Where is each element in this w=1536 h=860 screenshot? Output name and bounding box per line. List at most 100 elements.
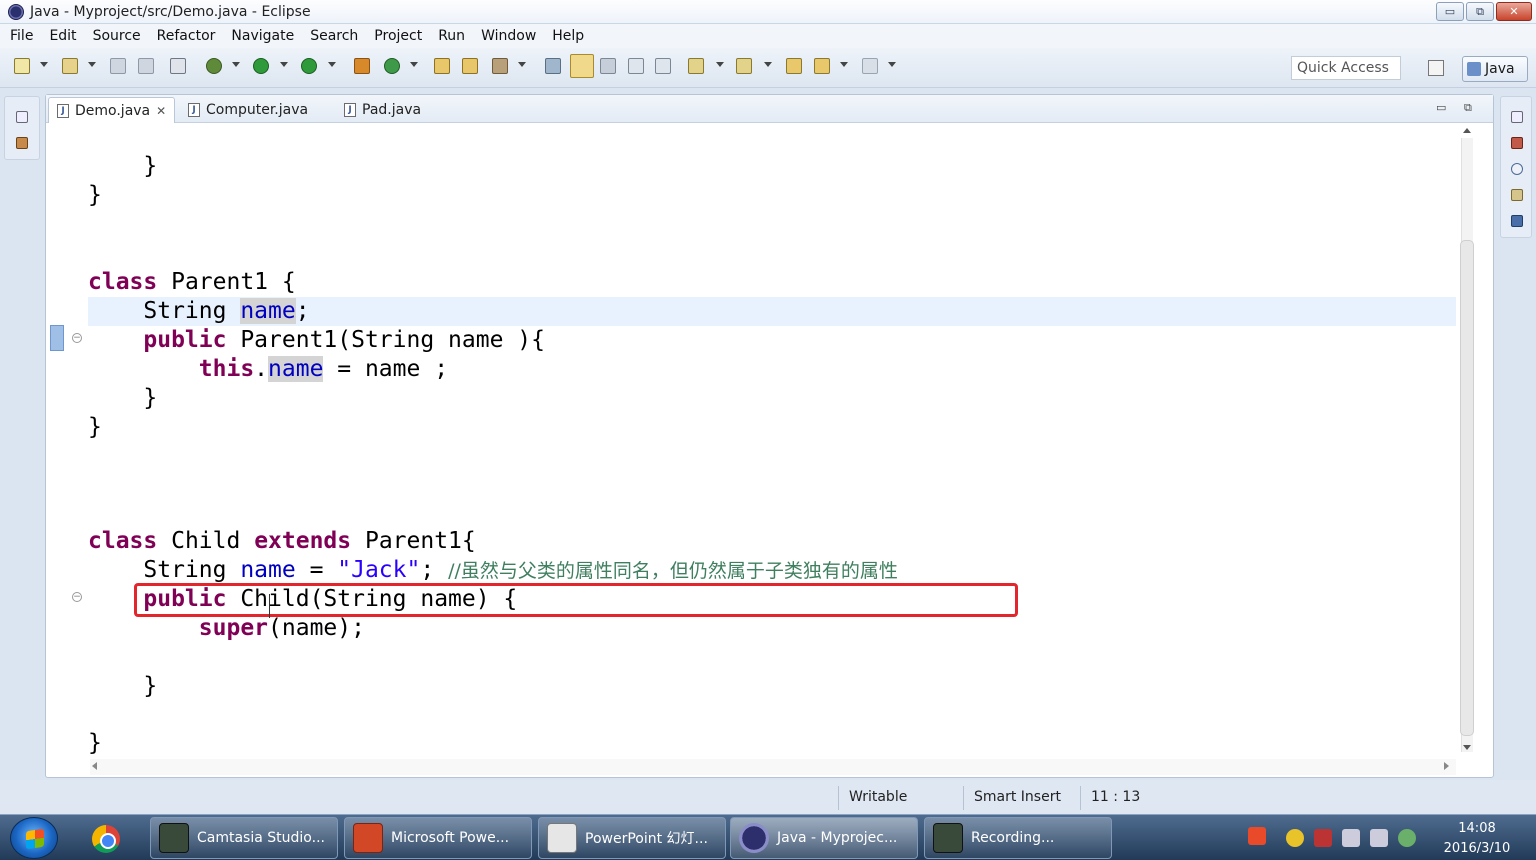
start-button[interactable] [10, 817, 58, 859]
search-icon[interactable] [492, 58, 508, 74]
save-all-icon[interactable] [138, 58, 154, 74]
search-dropdown-icon[interactable] [518, 62, 526, 67]
menu-run[interactable]: Run [430, 28, 473, 44]
network-icon[interactable] [1370, 829, 1388, 847]
next-annotation-dropdown-icon[interactable] [716, 62, 724, 67]
windows-taskbar: Camtasia Studio... Microsoft Powe... Pow… [0, 814, 1536, 860]
forward-dropdown-icon[interactable] [888, 62, 896, 67]
forward-icon[interactable] [862, 58, 878, 74]
show-whitespace-icon[interactable] [655, 58, 671, 74]
fold-toggle-icon[interactable]: − [72, 333, 82, 343]
task-powerpoint-slides[interactable]: PowerPoint 幻灯... [538, 817, 726, 859]
window-title: Java - Myproject/src/Demo.java - Eclipse [30, 3, 311, 20]
new-icon[interactable] [14, 58, 30, 74]
editor-pane: J Demo.java ✕ J Computer.java J Pad.java… [45, 94, 1494, 778]
code-line: } [88, 182, 102, 208]
declaration-icon[interactable] [1511, 189, 1523, 201]
minimize-editor-icon[interactable]: ▭ [1436, 101, 1446, 114]
code-line: class Child extends Parent1{ [88, 528, 476, 554]
task-recording[interactable]: Recording... [924, 817, 1112, 859]
console-icon[interactable] [1511, 215, 1523, 227]
close-button[interactable]: ✕ [1496, 2, 1532, 21]
open-type-icon[interactable] [434, 58, 450, 74]
block-selection-icon[interactable] [600, 58, 616, 74]
taskbar-clock[interactable]: 14:08 2016/3/10 [1430, 819, 1524, 859]
menu-project[interactable]: Project [366, 28, 430, 44]
java-perspective-button[interactable]: Java [1462, 56, 1528, 82]
open-perspective-icon[interactable] [1428, 60, 1444, 76]
javadoc-icon[interactable] [1511, 163, 1523, 175]
horizontal-scrollbar[interactable] [90, 759, 1456, 775]
task-label: Microsoft Powe... [391, 830, 510, 846]
maximize-editor-icon[interactable]: ⧉ [1464, 101, 1472, 115]
menu-navigate[interactable]: Navigate [223, 28, 302, 44]
tab-computer-java[interactable]: J Computer.java [180, 97, 316, 123]
task-list-icon[interactable] [1511, 137, 1523, 149]
previous-annotation-icon[interactable] [736, 58, 752, 74]
tab-pad-java[interactable]: J Pad.java [336, 97, 429, 123]
status-insert-mode: Smart Insert [963, 786, 1079, 810]
skip-breakpoints-icon[interactable] [170, 58, 186, 74]
clock-date: 2016/3/10 [1443, 841, 1511, 856]
tab-demo-java[interactable]: J Demo.java ✕ [48, 97, 176, 123]
external-tools-dropdown-icon[interactable] [328, 62, 336, 67]
external-tools-icon[interactable] [301, 58, 317, 74]
open-folder-icon[interactable] [462, 58, 478, 74]
task-eclipse[interactable]: Java - Myprojec... [730, 817, 918, 859]
code-line: this.name = name ; [198, 356, 449, 382]
save-icon[interactable] [110, 58, 126, 74]
scroll-thumb[interactable] [1460, 240, 1474, 736]
menu-source[interactable]: Source [85, 28, 149, 44]
java-file-icon: J [344, 103, 356, 117]
new-project-dropdown-icon[interactable] [88, 62, 96, 67]
scroll-left-icon[interactable] [92, 762, 97, 770]
new-project-icon[interactable] [62, 58, 78, 74]
debug-icon[interactable] [206, 58, 222, 74]
run-icon[interactable] [253, 58, 269, 74]
menu-edit[interactable]: Edit [41, 28, 84, 44]
menu-refactor[interactable]: Refactor [149, 28, 224, 44]
minimize-button[interactable]: ▭ [1436, 2, 1464, 21]
back-icon[interactable] [814, 58, 830, 74]
last-edit-location-icon[interactable] [786, 58, 802, 74]
task-camtasia[interactable]: Camtasia Studio... [150, 817, 338, 859]
package-explorer-icon[interactable] [16, 137, 28, 149]
new-dropdown-icon[interactable] [40, 62, 48, 67]
restore-button[interactable]: ⧉ [1466, 2, 1494, 21]
volume-icon[interactable] [1342, 829, 1360, 847]
quick-access-input[interactable]: Quick Access [1291, 56, 1401, 80]
usb-icon[interactable] [1314, 829, 1332, 847]
new-class-dropdown-icon[interactable] [410, 62, 418, 67]
tab-close-icon[interactable]: ✕ [156, 104, 166, 118]
chrome-pinned[interactable] [76, 819, 140, 857]
previous-annotation-dropdown-icon[interactable] [764, 62, 772, 67]
menu-file[interactable]: File [2, 28, 41, 44]
mark-occurrences-icon[interactable] [570, 54, 594, 78]
restore-icon[interactable] [16, 111, 28, 123]
menu-search[interactable]: Search [302, 28, 366, 44]
menu-help[interactable]: Help [544, 28, 592, 44]
scroll-down-icon[interactable] [1463, 745, 1471, 750]
new-java-class-icon[interactable] [384, 58, 400, 74]
restore-right-icon[interactable] [1511, 111, 1523, 123]
menu-window[interactable]: Window [473, 28, 544, 44]
code-editor[interactable]: } } class Parent1 { String name; − publi… [46, 124, 1456, 760]
new-java-package-icon[interactable] [354, 58, 370, 74]
back-dropdown-icon[interactable] [840, 62, 848, 67]
code-line: String name = "Jack"; //虽然与父类的属性同名，但仍然属于… [143, 557, 898, 583]
scroll-right-icon[interactable] [1444, 762, 1449, 770]
security-icon[interactable] [1286, 829, 1304, 847]
text-cursor-icon [269, 594, 271, 618]
task-powerpoint[interactable]: Microsoft Powe... [344, 817, 532, 859]
fold-toggle-icon[interactable]: − [72, 592, 82, 602]
debug-dropdown-icon[interactable] [232, 62, 240, 67]
vertical-scrollbar[interactable] [1456, 124, 1478, 760]
status-cursor-position: 11 : 13 [1080, 786, 1196, 810]
action-center-icon[interactable] [1398, 829, 1416, 847]
sogou-ime-icon[interactable] [1248, 827, 1266, 845]
word-wrap-icon[interactable] [628, 58, 644, 74]
scroll-up-icon[interactable] [1463, 128, 1471, 133]
run-dropdown-icon[interactable] [280, 62, 288, 67]
next-annotation-icon[interactable] [688, 58, 704, 74]
toggle-annotation-icon[interactable] [545, 58, 561, 74]
